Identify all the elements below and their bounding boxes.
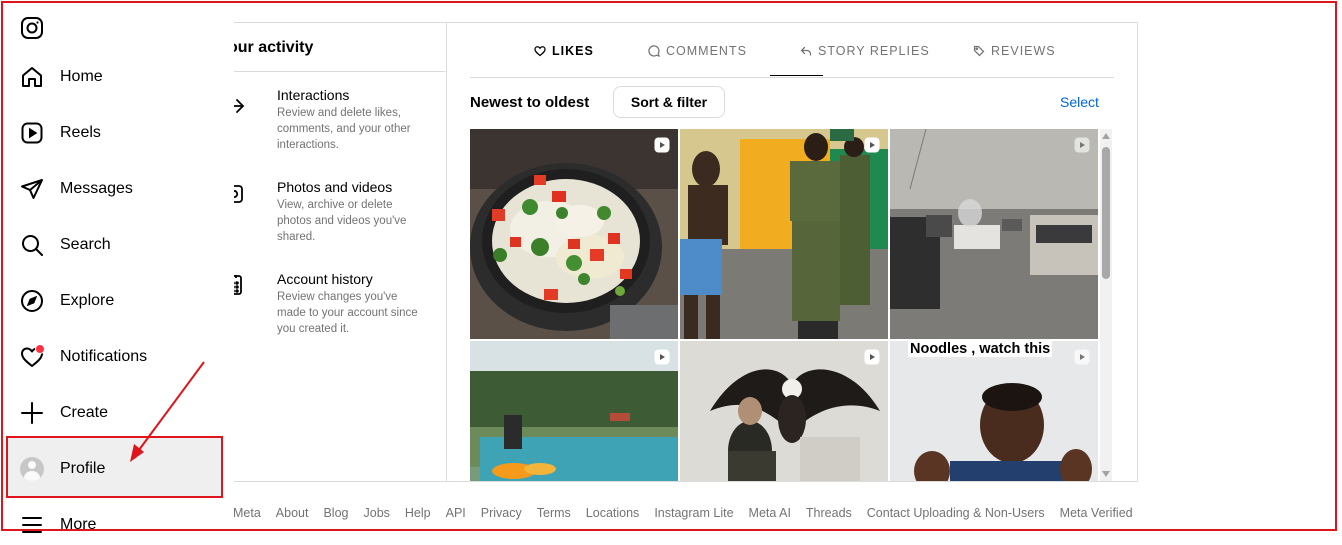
sidebar-item-messages[interactable]: Messages bbox=[18, 169, 218, 209]
footer-link-api[interactable]: API bbox=[446, 506, 466, 520]
sidebar-item-label: Home bbox=[60, 68, 103, 85]
heart-icon bbox=[18, 343, 46, 371]
footer-link-about[interactable]: About bbox=[276, 506, 309, 520]
sidebar-item-label: Profile bbox=[60, 460, 106, 477]
sidebar-item-search[interactable]: Search bbox=[18, 225, 218, 265]
post-thumbnail[interactable] bbox=[470, 129, 678, 339]
activity-tabs: LIKES COMMENTS STORY REPLIES REVIEWS bbox=[470, 23, 1114, 78]
tab-comments[interactable]: COMMENTS bbox=[648, 41, 747, 61]
footer-link-locations[interactable]: Locations bbox=[586, 506, 640, 520]
grid-scrollbar[interactable] bbox=[1100, 129, 1112, 481]
traffic-image bbox=[890, 129, 1098, 339]
plus-icon bbox=[18, 399, 46, 427]
people-image bbox=[680, 129, 888, 339]
man-image bbox=[890, 341, 1098, 481]
annotation-arrow bbox=[130, 361, 205, 462]
sidebar-item-label: Search bbox=[60, 236, 111, 253]
post-thumbnail[interactable] bbox=[680, 129, 888, 339]
reply-icon bbox=[800, 46, 812, 56]
divider bbox=[234, 71, 445, 72]
post-thumbnail[interactable] bbox=[680, 341, 888, 481]
scroll-up-arrow[interactable] bbox=[1102, 133, 1110, 139]
explore-icon bbox=[18, 287, 46, 315]
menu-icon bbox=[18, 511, 46, 539]
reel-icon bbox=[1074, 349, 1090, 365]
footer-links: Meta About Blog Jobs Help API Privacy Te… bbox=[233, 506, 1133, 520]
activity-item-description: View, archive or delete photos and video… bbox=[277, 199, 407, 243]
footer-link-threads[interactable]: Threads bbox=[806, 506, 852, 520]
activity-menu: our activity Interactions Review and del… bbox=[228, 23, 447, 481]
activity-item-description: Review and delete likes, comments, and y… bbox=[277, 107, 411, 151]
sidebar-item-home[interactable]: Home bbox=[18, 57, 218, 97]
footer-link-meta[interactable]: Meta bbox=[233, 506, 261, 520]
tab-label: REVIEWS bbox=[991, 44, 1056, 58]
footer-link-terms[interactable]: Terms bbox=[537, 506, 571, 520]
tab-likes[interactable]: LIKES bbox=[534, 41, 594, 61]
search-icon bbox=[18, 231, 46, 259]
eagle-image bbox=[680, 341, 888, 481]
footer-link-contact-uploading[interactable]: Contact Uploading & Non-Users bbox=[867, 506, 1045, 520]
activity-item-title: Interactions bbox=[277, 87, 350, 103]
reels-icon bbox=[18, 119, 46, 147]
overlay-caption: Noodles , watch this bbox=[908, 341, 1053, 357]
tab-label: LIKES bbox=[552, 44, 594, 58]
home-icon bbox=[18, 63, 46, 91]
tab-story-replies[interactable]: STORY REPLIES bbox=[800, 41, 930, 61]
sidebar-item-more[interactable]: More bbox=[18, 505, 218, 545]
sidebar-item-explore[interactable]: Explore bbox=[18, 281, 218, 321]
scroll-thumb[interactable] bbox=[1102, 147, 1110, 279]
post-thumbnail[interactable]: Noodles , watch this bbox=[890, 341, 1098, 481]
reel-icon bbox=[864, 137, 880, 153]
post-thumbnail[interactable] bbox=[470, 341, 678, 481]
footer-link-meta-verified[interactable]: Meta Verified bbox=[1060, 506, 1133, 520]
activity-item-description: Review changes you've made to your accou… bbox=[277, 291, 418, 335]
footer-link-privacy[interactable]: Privacy bbox=[481, 506, 522, 520]
tab-reviews[interactable]: REVIEWS bbox=[973, 41, 1056, 61]
sidebar-item-reels[interactable]: Reels bbox=[18, 113, 218, 153]
footer-link-blog[interactable]: Blog bbox=[323, 506, 348, 520]
sidebar: Home Reels Messages Search Explore Notif… bbox=[0, 0, 234, 536]
footer-link-jobs[interactable]: Jobs bbox=[364, 506, 390, 520]
food-image bbox=[470, 129, 678, 339]
footer-link-instagram-lite[interactable]: Instagram Lite bbox=[654, 506, 733, 520]
heart-icon bbox=[534, 46, 546, 57]
tab-label: COMMENTS bbox=[666, 44, 747, 58]
sidebar-item-label: Reels bbox=[60, 124, 101, 141]
activity-item-title: Account history bbox=[277, 271, 373, 287]
reel-icon bbox=[654, 137, 670, 153]
notification-badge bbox=[35, 344, 45, 354]
sidebar-item-label: Explore bbox=[60, 292, 115, 309]
avatar bbox=[20, 457, 44, 481]
reel-icon bbox=[1074, 137, 1090, 153]
footer-link-help[interactable]: Help bbox=[405, 506, 431, 520]
sort-label: Newest to oldest bbox=[470, 94, 590, 111]
footer-link-meta-ai[interactable]: Meta AI bbox=[749, 506, 791, 520]
comment-icon bbox=[648, 45, 660, 57]
likes-grid: Noodles , watch this bbox=[470, 129, 1100, 481]
pool-image bbox=[470, 341, 678, 481]
tag-icon bbox=[973, 45, 985, 57]
tab-label: STORY REPLIES bbox=[818, 44, 930, 58]
post-thumbnail[interactable] bbox=[890, 129, 1098, 339]
scroll-down-arrow[interactable] bbox=[1102, 471, 1110, 477]
reel-icon bbox=[864, 349, 880, 365]
messages-icon bbox=[18, 175, 46, 203]
sidebar-item-label: Create bbox=[60, 404, 109, 421]
sidebar-item-label: More bbox=[60, 516, 97, 533]
active-tab-indicator bbox=[770, 75, 823, 76]
sidebar-item-label: Messages bbox=[60, 180, 133, 197]
sort-filter-button[interactable]: Sort & filter bbox=[613, 86, 725, 118]
page-title: our activity bbox=[228, 39, 314, 56]
reel-icon bbox=[654, 349, 670, 365]
activity-panel: our activity Interactions Review and del… bbox=[228, 22, 1138, 482]
activity-item-title: Photos and videos bbox=[277, 179, 393, 195]
instagram-logo-icon[interactable] bbox=[20, 16, 44, 40]
select-link[interactable]: Select bbox=[1060, 94, 1099, 110]
